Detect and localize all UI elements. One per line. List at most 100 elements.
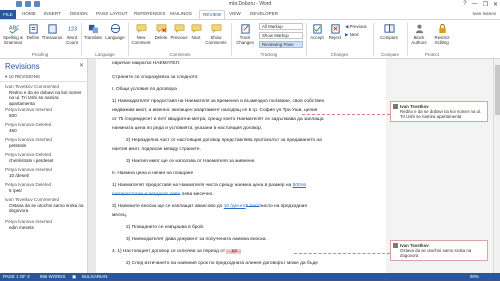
revision-item[interactable]: Petya Ivanova Inserted petstotin — [5, 137, 85, 148]
tab-home[interactable]: HOME — [22, 11, 36, 16]
deleted-text[interactable]: /четиристотин и петдесет лева — [112, 192, 180, 197]
next-comment-button[interactable]: Next — [189, 23, 203, 40]
revision-item[interactable]: Petya Ivanova Deleted 5 /pet/ — [5, 182, 85, 193]
doc-line: 2) След изтичането на наемния срок по пр… — [126, 261, 318, 266]
translate-icon — [88, 24, 98, 34]
tab-references[interactable]: REFERENCES — [134, 11, 165, 16]
compare-button[interactable]: Compare — [376, 23, 402, 40]
doc-line: 2) Неразделна част от настоящия договор … — [126, 138, 322, 143]
group-label-compare: Compare — [380, 52, 400, 57]
tab-review[interactable]: REVIEW — [199, 10, 226, 19]
language-icon — [110, 23, 120, 34]
revision-item[interactable]: Petya Ivanova Deleted 450 — [5, 122, 85, 133]
revision-item[interactable]: Ivan Tsvetkov Commented Redno e da se do… — [5, 84, 85, 106]
comment-balloon[interactable]: Ivan Tsvetkov Ostava da se utochni samo … — [390, 240, 488, 261]
previous-comment-button[interactable]: Previous — [170, 23, 188, 40]
word-count-button[interactable]: 123 Word Count — [64, 23, 80, 45]
comment-connector — [302, 114, 390, 115]
revision-item[interactable]: Ivan Tsvetkov Commented Ostava da se uto… — [5, 197, 85, 214]
restore-button[interactable]: ❐ — [483, 1, 488, 8]
translate-button[interactable]: Translate — [83, 23, 103, 40]
zoom-level[interactable]: 90% — [470, 273, 479, 281]
thesaurus-button[interactable]: Thesaurus — [41, 23, 63, 40]
close-pane-icon[interactable]: ✕ — [79, 62, 84, 69]
avatar — [393, 243, 398, 248]
vertical-scrollbar[interactable] — [493, 59, 500, 273]
language-indicator[interactable]: BULGARIAN — [82, 273, 107, 281]
tab-view[interactable]: VIEW — [229, 11, 241, 16]
revision-item[interactable]: Petya Ivanova Inserted 500 — [5, 107, 85, 118]
show-comments-button[interactable]: Show Comments — [204, 23, 228, 45]
inserted-text[interactable]: 500лв — [293, 183, 306, 188]
reviewing-pane-dropdown[interactable]: Reviewing Pane — [259, 41, 303, 48]
new-comment-icon — [136, 24, 146, 33]
spelling-icon: ABC — [8, 25, 19, 34]
tab-mailings[interactable]: MAILINGS — [170, 11, 192, 16]
close-button[interactable]: ✕ — [493, 1, 498, 8]
deleted-text[interactable]: 5 /пет/ — [246, 204, 260, 209]
doc-line: наетия имот, подписан между страните. — [112, 147, 201, 152]
block-authors-icon — [415, 24, 423, 34]
help-button[interactable]: ? — [463, 1, 466, 8]
lock-icon — [438, 23, 446, 34]
commented-text[interactable]: ....до... — [226, 249, 242, 254]
tab-file[interactable]: FILE — [0, 10, 16, 19]
revisions-count[interactable]: ▾ 10 REVISIONS — [5, 74, 40, 80]
tab-design[interactable]: DESIGN — [70, 11, 88, 16]
doc-line: 2) Плащането се извършва в брой. — [126, 225, 205, 230]
doc-line: 3) Наемодателят дава документ за получен… — [126, 237, 267, 242]
title-bar: mbr.Doboru - Word ? — ❐ ✕ — [0, 0, 500, 10]
group-label-changes: Changes — [330, 52, 349, 57]
tab-page-layout[interactable]: PAGE LAYOUT — [96, 11, 128, 16]
comment-balloon[interactable]: Ivan Tsvetkov Redno e da se dobavi na ko… — [390, 101, 488, 122]
next-change-button[interactable]: ▶ Next — [345, 32, 359, 38]
word-count[interactable]: 866 WORDS — [40, 273, 65, 281]
tab-developer[interactable]: DEVELOPER — [250, 11, 278, 16]
block-authors-button[interactable]: Block Authors — [409, 23, 429, 45]
language-button[interactable]: Language — [104, 23, 126, 40]
doc-line: 3) Наетия имот ще се използва от Наемате… — [126, 159, 256, 164]
track-changes-button[interactable]: Track Changes — [233, 23, 257, 45]
doc-line: 4. 1) Настоящият договор се сключва за п… — [112, 249, 242, 254]
doc-line: I. Общи условия по договора — [112, 87, 177, 92]
group-label-protect: Protect — [425, 52, 439, 57]
window-controls: ? — ❐ ✕ — [463, 1, 498, 8]
reject-icon — [330, 24, 340, 34]
restrict-editing-button[interactable]: Restrict Editing — [430, 23, 454, 45]
inserted-text[interactable]: 10 /десет/ — [224, 204, 246, 209]
group-label-language: Language — [95, 52, 115, 57]
reject-button[interactable]: Reject — [327, 23, 343, 40]
scrollbar-thumb[interactable] — [495, 65, 500, 115]
delete-comment-icon — [156, 24, 166, 33]
show-comments-icon — [211, 24, 221, 33]
group-separator — [128, 23, 129, 56]
page-indicator[interactable]: PAGE 1 OF 3 — [3, 273, 30, 281]
previous-change-button[interactable]: ◀ Previous — [345, 24, 367, 30]
delete-comment-button[interactable]: Delete — [153, 23, 169, 40]
revision-item[interactable]: Petya Ivanova Deleted chetiristotin i pe… — [5, 152, 85, 163]
track-changes-icon — [240, 24, 250, 34]
ribbon-tabs: FILE HOME INSERT DESIGN PAGE LAYOUT REFE… — [0, 10, 500, 19]
revision-item[interactable]: Petya Ivanova Inserted 10 /deset/ — [5, 167, 85, 178]
avatar — [393, 104, 398, 109]
minimize-button[interactable]: — — [472, 1, 478, 8]
next-change-icon: ▶ — [345, 32, 349, 37]
show-markup-dropdown[interactable]: Show Markup — [259, 32, 303, 39]
accept-button[interactable]: Accept — [308, 23, 326, 40]
revision-item[interactable]: Petya Ivanova Inserted edin mesets — [5, 219, 85, 230]
proofing-status-icon[interactable]: ▣ — [72, 273, 76, 281]
spelling-grammar-button[interactable]: ABC Spelling & Grammar — [2, 23, 24, 45]
markup-view-dropdown[interactable]: All Markup — [259, 23, 303, 30]
svg-text:123: 123 — [67, 26, 76, 32]
doc-line: 1) Наемодателят предоставя на Наемателя … — [112, 99, 325, 104]
previous-change-icon: ◀ — [345, 24, 349, 29]
doc-line: 1) Наемателят предоставя на Наемателя чи… — [112, 183, 306, 188]
new-comment-button[interactable]: New Comment — [130, 23, 152, 45]
document-page[interactable]: наричан накратко НАЕМАТЕЛ. Страните се с… — [96, 59, 386, 273]
user-name[interactable]: Ivan Ivanov — [473, 11, 497, 16]
tab-insert[interactable]: INSERT — [44, 11, 61, 16]
next-comment-icon — [191, 24, 201, 33]
window-title: mbr.Doboru - Word — [228, 1, 272, 7]
ribbon-review: ABC Spelling & Grammar Define Thesaurus … — [0, 19, 500, 59]
define-button[interactable]: Define — [26, 23, 40, 40]
